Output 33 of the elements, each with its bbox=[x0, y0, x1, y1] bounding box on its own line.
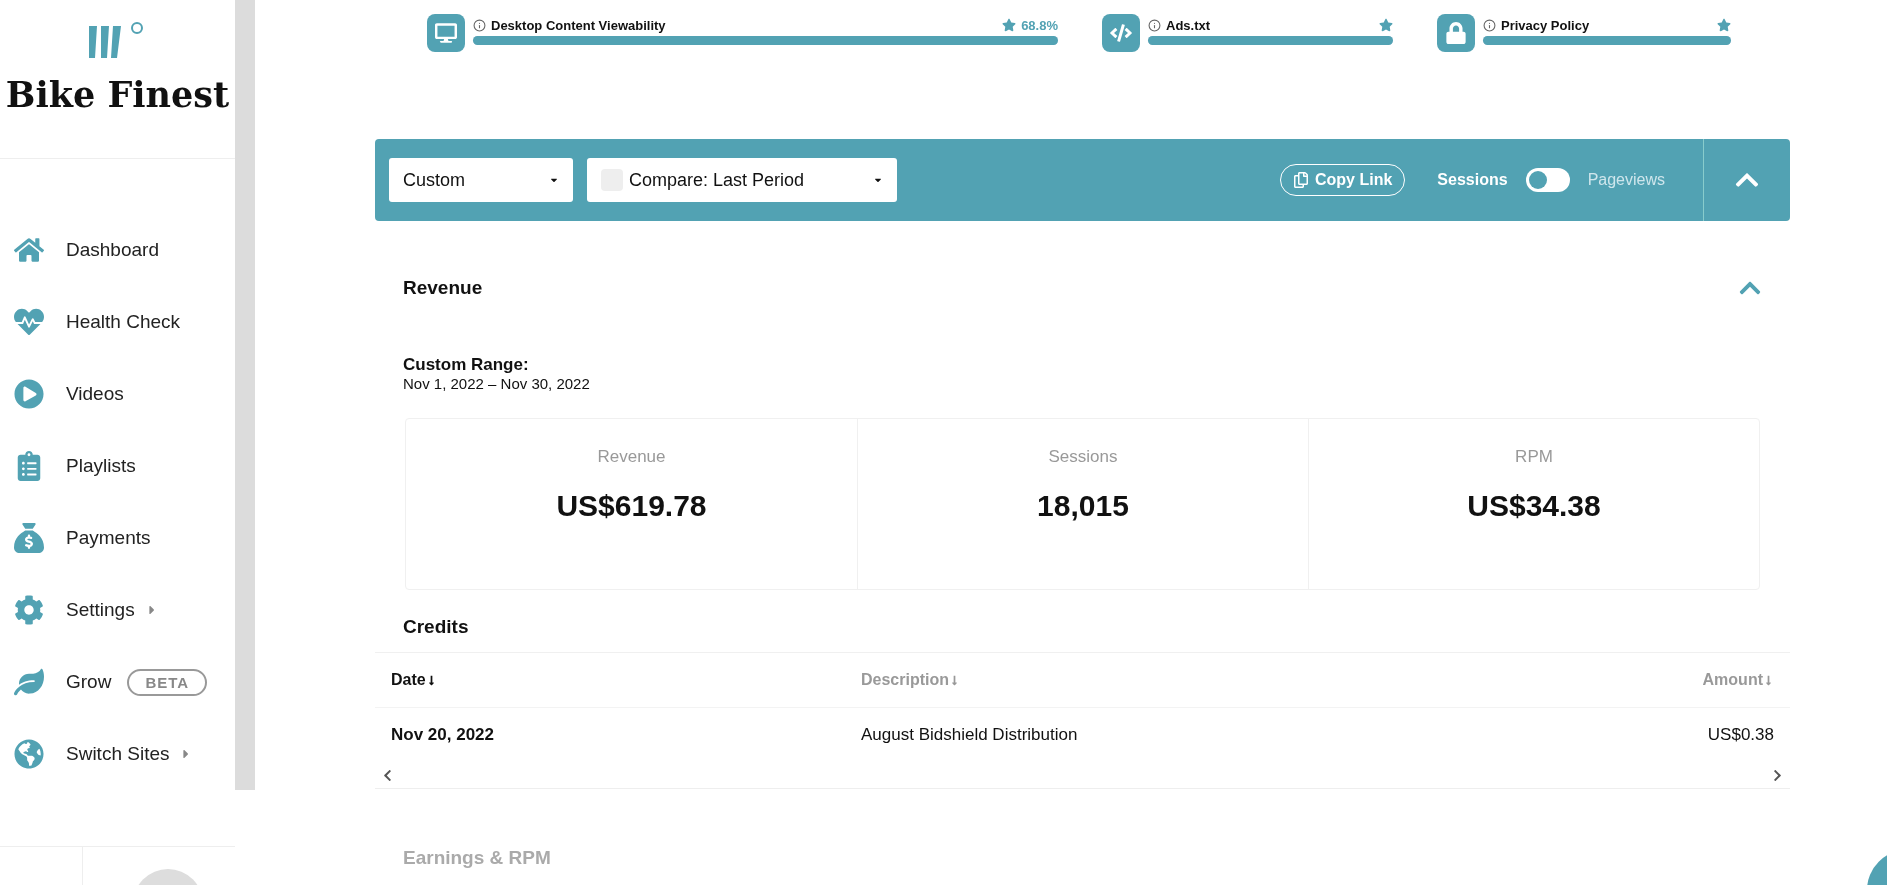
beta-badge: BETA bbox=[127, 668, 208, 696]
table-cell-text: Nov 20, 2022 bbox=[391, 725, 495, 745]
stat-value: US$34.38 bbox=[1467, 489, 1601, 523]
health-reading: 68.8% bbox=[1021, 17, 1058, 33]
sidebar-item[interactable]: Videos bbox=[0, 358, 235, 430]
sidebar-item[interactable]: Settings bbox=[0, 574, 235, 646]
range-dates: Nov 1, 2022 – Nov 30, 2022 bbox=[402, 375, 591, 392]
health-label: Privacy Policy bbox=[1501, 17, 1591, 33]
site-name: Bike Finest bbox=[5, 74, 230, 115]
sidebar-item[interactable]: Health Check bbox=[0, 286, 235, 358]
sidebar-item[interactable]: Playlists bbox=[0, 430, 235, 502]
section-title: Credits bbox=[402, 615, 470, 639]
stat-label: Sessions bbox=[1048, 447, 1118, 467]
health-label: Ads.txt bbox=[1166, 17, 1212, 33]
stat-label: Revenue bbox=[597, 447, 666, 467]
stat-value: 18,015 bbox=[1037, 489, 1129, 523]
column-header[interactable]: Date bbox=[391, 671, 861, 689]
sidebar-item[interactable]: Switch Sites bbox=[0, 718, 235, 790]
sidebar-item[interactable]: Grow BETA bbox=[0, 646, 235, 718]
table-cell-text: August Bidshield Distribution bbox=[861, 725, 1079, 745]
stat-label: RPM bbox=[1515, 447, 1553, 467]
stat-value: US$619.78 bbox=[556, 489, 707, 523]
health-label: Desktop Content Viewability bbox=[491, 17, 667, 33]
compare-dropdown[interactable]: Compare: Last Period bbox=[587, 158, 897, 202]
toggle-label: Sessions bbox=[1437, 171, 1508, 189]
sidebar-item[interactable]: Dashboard bbox=[0, 214, 235, 286]
toggle-label: Pageviews bbox=[1587, 171, 1665, 189]
sidebar-item[interactable]: Payments bbox=[0, 502, 235, 574]
range-label: Custom Range: bbox=[402, 355, 530, 375]
table-cell-text: US$0.38 bbox=[1706, 725, 1774, 745]
section-title: Earnings & RPM bbox=[402, 846, 551, 869]
range-dropdown[interactable]: Custom bbox=[389, 158, 573, 202]
section-title: Revenue bbox=[403, 277, 483, 299]
